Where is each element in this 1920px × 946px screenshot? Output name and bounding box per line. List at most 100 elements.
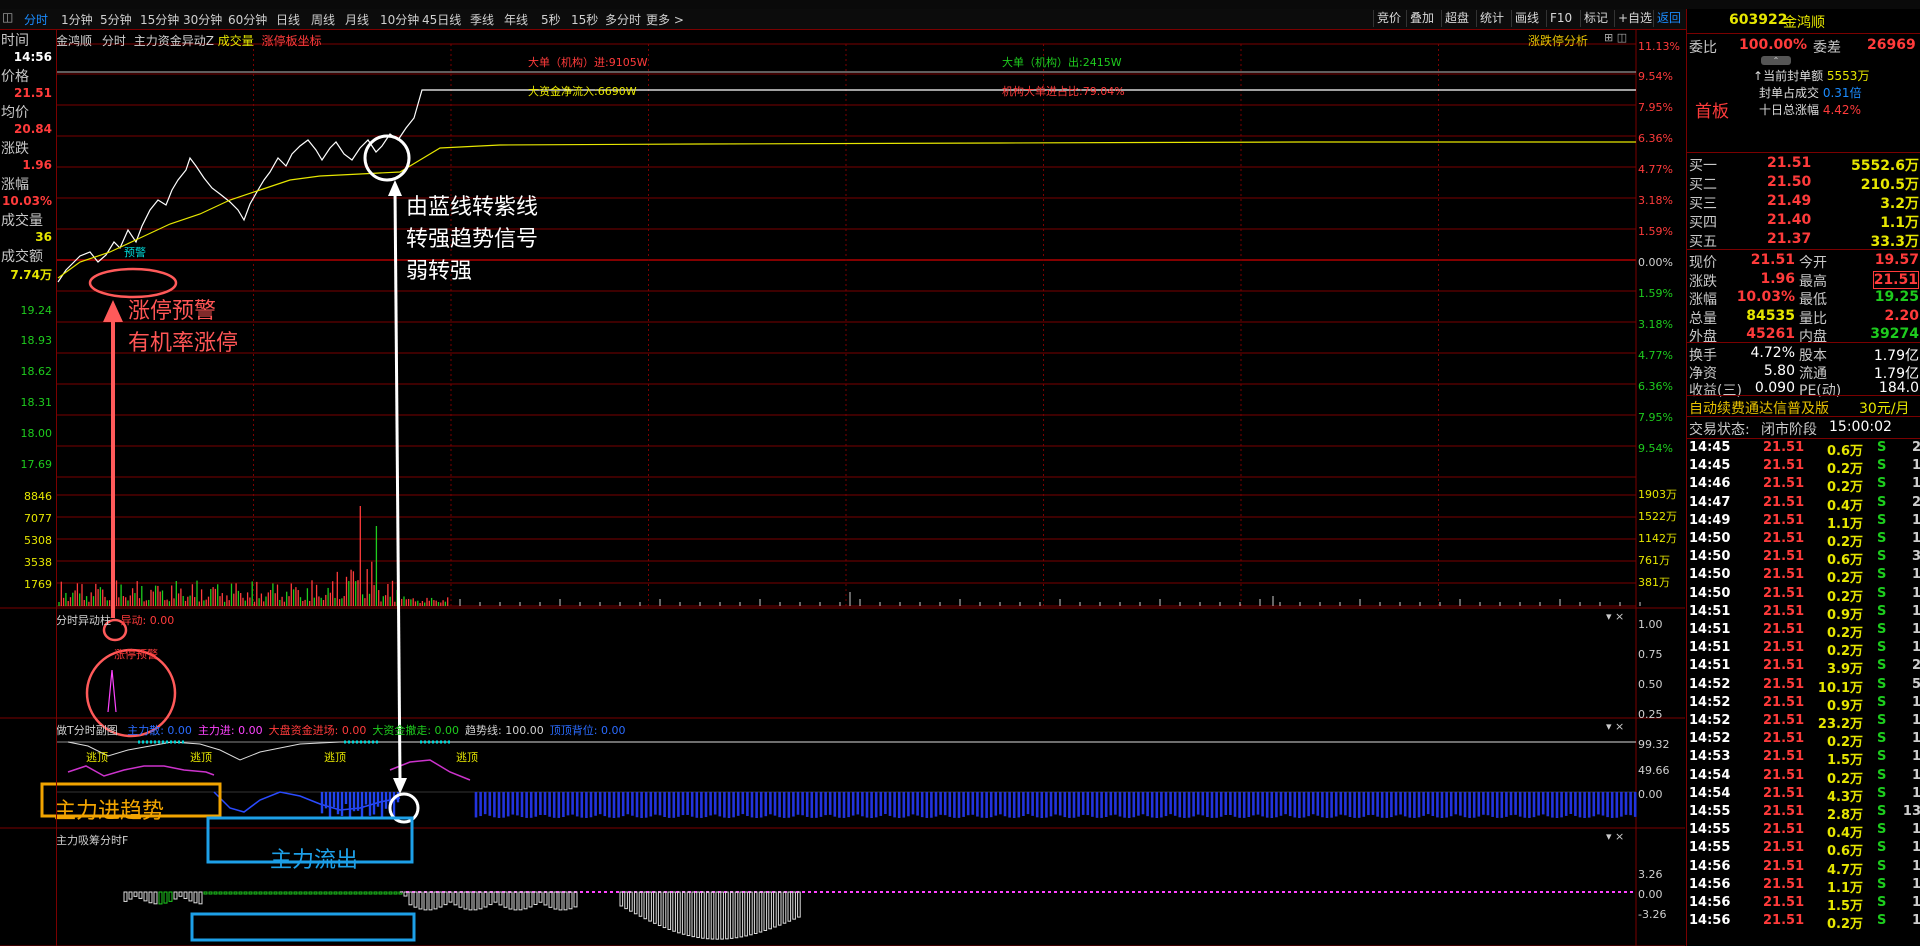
amt-value: 7.74万	[10, 268, 52, 282]
toolbar-button[interactable]: +自选	[1614, 10, 1655, 27]
trade-volume: 0.2万	[1826, 480, 1863, 496]
period-item[interactable]: 分时	[24, 11, 48, 28]
absorb-bar	[183, 891, 188, 899]
bid-row[interactable]: 买五 21.37 33.3万	[1689, 231, 1919, 250]
toolbar-button[interactable]: 竞价	[1373, 10, 1404, 27]
ad-price[interactable]: 30元/月	[1859, 398, 1910, 418]
sub2-field: 趋势线: 100.00	[465, 724, 544, 737]
absorb-bar	[543, 891, 548, 906]
toolbar-button[interactable]: 超盘	[1441, 10, 1472, 27]
toolbar-button[interactable]: 画线	[1511, 10, 1542, 27]
sub1-controls[interactable]: ▾ ×	[1606, 610, 1624, 623]
period-item[interactable]: 10分钟	[380, 11, 419, 28]
absorb-bar	[358, 891, 363, 895]
absorb-bar	[681, 891, 686, 935]
period-item[interactable]: 月线	[345, 11, 369, 28]
period-item[interactable]: 5分钟	[100, 11, 132, 28]
chart-mode[interactable]: 分时	[102, 34, 126, 48]
period-item[interactable]: 1分钟	[61, 11, 93, 28]
trade-price: 21.51	[1763, 731, 1805, 747]
quote-label: 外盘	[1689, 329, 1717, 345]
toolbar-button[interactable]: 标记	[1580, 10, 1611, 27]
trade-row: 14:50 21.51 0.2万 S 1	[1689, 585, 1920, 605]
period-item[interactable]: 15秒	[571, 11, 598, 28]
chart-header: 金鸿顺 分时 主力资金异动Z 成交量 涨停板坐标	[56, 32, 322, 49]
period-item[interactable]: 年线	[504, 11, 528, 28]
absorb-bar	[238, 891, 243, 895]
period-item[interactable]: 多分时	[605, 11, 641, 28]
absorb-bar	[662, 891, 667, 929]
seal-info: ↑当前封单额 5553万 封单占成交 0.31倍 十日总涨幅 4.42%	[1753, 69, 1870, 117]
absorb-bar	[288, 891, 293, 895]
period-item[interactable]: 60分钟	[228, 11, 267, 28]
sub2-field: 大资金撤走: 0.00	[372, 724, 460, 737]
absorb-bar	[178, 891, 183, 897]
bid-row[interactable]: 买四 21.40 1.1万	[1689, 212, 1919, 231]
absorb-bar	[338, 891, 343, 895]
period-item[interactable]: 更多 >	[646, 11, 684, 28]
avg-label: 均价	[1, 105, 29, 121]
period-item[interactable]: 30分钟	[183, 11, 222, 28]
period-item[interactable]: 周线	[311, 11, 335, 28]
ad-row[interactable]: 自动续费通达信普及版 30元/月	[1689, 398, 1919, 418]
toolbar-button[interactable]: 统计	[1476, 10, 1507, 27]
trade-time: 14:51	[1689, 603, 1731, 619]
annotation-arrow-shaft	[393, 189, 402, 781]
trade-time: 14:50	[1689, 567, 1731, 583]
bid-row[interactable]: 买一 21.51 5552.6万	[1689, 155, 1919, 174]
absorb-bar	[388, 891, 393, 895]
pct-tick: 9.54%	[1638, 70, 1673, 83]
stock-name: 金鸿顺	[1783, 15, 1825, 31]
quote-label: 今开	[1799, 255, 1827, 271]
absorb-bar	[523, 891, 528, 910]
absorb-bar	[263, 891, 268, 895]
absorb-bar	[363, 891, 368, 895]
sub2-header: 做T分时副图 主力散: 0.00 主力进: 0.00 大盘资金进场: 0.00 大资金…	[56, 722, 625, 738]
toolbar-button[interactable]: F10	[1546, 10, 1575, 27]
quote-value: 1.96	[1760, 270, 1795, 287]
amt-label: 成交额	[1, 249, 43, 265]
pct-tick: 6.36%	[1638, 132, 1673, 145]
period-item[interactable]: 季线	[470, 11, 494, 28]
absorb-bar	[498, 891, 503, 906]
limit-analysis-link[interactable]: 涨跌停分析	[1528, 32, 1588, 49]
absorb-bar	[787, 891, 792, 922]
absorb-bar	[318, 891, 323, 895]
pct-label: 涨幅	[1, 177, 29, 193]
sub1-tick: 0.75	[1638, 648, 1663, 661]
trade-price: 21.51	[1763, 785, 1805, 801]
trade-row: 14:51 21.51 0.2万 S 1	[1689, 622, 1920, 641]
pct-tick: 11.13%	[1638, 40, 1680, 53]
trade-time: 14:52	[1689, 713, 1731, 728]
trade-side: S	[1877, 876, 1887, 892]
trade-count: 1	[1911, 731, 1920, 747]
collapse-toggle[interactable]: ⌃	[1761, 56, 1791, 65]
price-value: 21.51	[14, 86, 52, 100]
absorb-bar	[488, 891, 493, 906]
trade-count: 2	[1911, 494, 1920, 510]
bid-row[interactable]: 买二 21.50 210.5万	[1689, 174, 1919, 193]
layout-icon[interactable]: ◫	[2, 10, 13, 24]
bid-row[interactable]: 买三 21.49 3.2万	[1689, 193, 1919, 212]
ad-text[interactable]: 自动续费通达信普及版	[1689, 398, 1829, 418]
trade-side: S	[1877, 567, 1887, 583]
trade-price: 21.51	[1763, 585, 1805, 601]
period-item[interactable]: 日线	[276, 11, 300, 28]
sub2-tag-2: 逃顶	[190, 751, 212, 764]
absorb-bar	[443, 891, 448, 906]
pct-tick: 7.95%	[1638, 101, 1673, 114]
trade-price: 21.51	[1763, 694, 1805, 710]
period-item[interactable]: 5秒	[541, 11, 561, 28]
period-item[interactable]: 15分钟	[140, 11, 179, 28]
toolbar-button[interactable]: 叠加	[1406, 10, 1437, 27]
toolbar-button[interactable]: 返回	[1653, 10, 1684, 27]
sub2-controls[interactable]: ▾ ×	[1606, 720, 1624, 733]
intraday-chart[interactable]: 金鸿顺 分时 主力资金异动Z 成交量 涨停板坐标 涨跌停分析 ⊞ ◫ 大单（机构…	[0, 30, 1685, 946]
chart-settings-icon[interactable]: ⊞ ◫	[1604, 31, 1627, 44]
trade-price: 21.51	[1763, 476, 1805, 492]
sub3-controls[interactable]: ▾ ×	[1606, 830, 1624, 843]
quote-value: 45261	[1746, 326, 1795, 342]
trade-row: 14:54 21.51 4.3万 S 1	[1689, 785, 1920, 805]
period-item[interactable]: 45日线	[422, 11, 461, 28]
chart-indicator[interactable]: 主力资金异动Z	[134, 34, 214, 48]
